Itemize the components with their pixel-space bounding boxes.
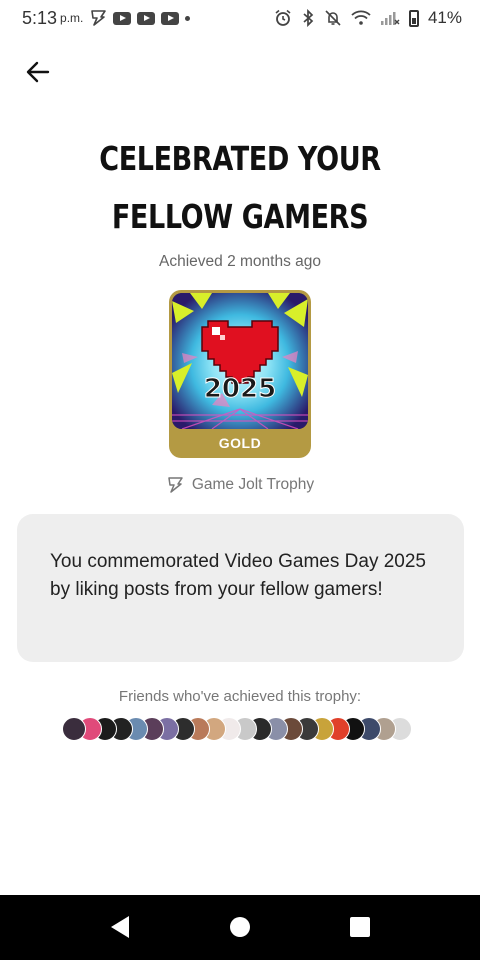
battery-percent: 41% [427, 8, 462, 27]
trophy-tier: GOLD [218, 435, 262, 451]
nav-back-button[interactable] [104, 911, 136, 943]
arrow-left-icon [26, 61, 50, 83]
signal-icon [380, 12, 400, 25]
trophy-year: 2025 [204, 374, 276, 404]
trophy-source: Game Jolt Trophy [0, 476, 480, 494]
trophy-image: 2025 [172, 293, 308, 429]
nav-home-icon [230, 917, 250, 937]
youtube-icon [113, 11, 132, 25]
battery-icon [408, 9, 419, 27]
bluetooth-icon [303, 9, 314, 27]
youtube-icon [137, 11, 156, 25]
nav-back-icon [111, 916, 129, 938]
friends-label: Friends who've achieved this trophy: [118, 688, 362, 705]
trophy-badge: 2025 GOLD [169, 290, 311, 458]
nav-recents-button[interactable] [344, 911, 376, 943]
achieved-date: Achieved 2 months ago [159, 253, 321, 270]
alarm-icon [275, 9, 291, 26]
status-ampm: p.m. [60, 11, 84, 25]
status-left: 5:13 p.m. [22, 7, 191, 29]
mute-icon [325, 10, 341, 26]
gamejolt-icon [168, 477, 183, 493]
notification-dot [185, 15, 191, 21]
trophy-title: CELEBRATED YOUR FELLOW GAMERS [99, 139, 381, 236]
status-bar: 5:13 p.m. 41% [0, 0, 480, 36]
trophy-description: You commemorated Video Games Day 2025 by… [50, 551, 426, 600]
youtube-icon [161, 11, 180, 25]
friend-avatar[interactable] [62, 717, 86, 741]
friends-avatars[interactable] [62, 717, 418, 743]
nav-recents-icon [350, 917, 370, 937]
nav-home-button[interactable] [224, 911, 256, 943]
back-button[interactable] [18, 52, 58, 92]
trophy-description-card: You commemorated Video Games Day 2025 by… [17, 514, 464, 662]
status-time: 5:13 [22, 7, 58, 28]
navigation-bar [0, 895, 480, 960]
status-right: 41% [274, 8, 462, 28]
trophy-source-label: Game Jolt Trophy [191, 476, 315, 493]
gamejolt-icon [91, 10, 107, 26]
wifi-icon [351, 10, 371, 25]
